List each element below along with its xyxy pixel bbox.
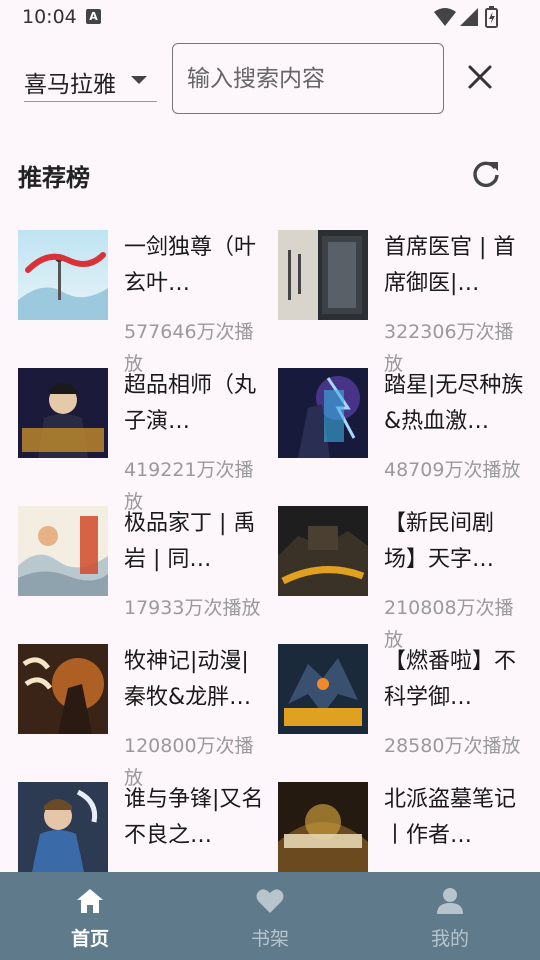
notification-a-icon: A: [86, 9, 101, 24]
refresh-icon[interactable]: [470, 158, 502, 190]
person-icon: [437, 888, 463, 914]
book-title: 谁与争锋|又名不良之…: [124, 787, 264, 848]
book-title: 【燃番啦】不科学御…: [384, 649, 517, 710]
source-dropdown-label: 喜马拉雅: [24, 72, 116, 98]
book-cover: [18, 644, 108, 734]
heart-icon: [256, 889, 284, 913]
wifi-icon: [434, 8, 456, 26]
home-icon: [77, 889, 103, 913]
system-status-icons: [434, 6, 498, 28]
book-title: 北派盗墓笔记丨作者…: [384, 787, 517, 848]
bottom-navigation: 首页 书架 我的: [0, 872, 540, 960]
book-title: 极品家丁 | 禹岩 | 同…: [124, 511, 256, 572]
nav-bookshelf[interactable]: 书架: [180, 872, 360, 960]
book-card[interactable]: 【新民间剧场】天字… 210808万次播放: [278, 506, 538, 651]
nav-home-label: 首页: [70, 928, 109, 950]
book-title: 首席医官 | 首席御医|…: [384, 235, 516, 296]
search-field[interactable]: [172, 43, 444, 114]
source-dropdown[interactable]: 喜马拉雅: [24, 60, 157, 102]
book-card[interactable]: 踏星|无尽种族&热血激… 48709万次播放: [278, 368, 538, 498]
book-title: 超品相师（丸子演…: [124, 373, 257, 434]
book-card[interactable]: 北派盗墓笔记丨作者…: [278, 782, 538, 872]
nav-mine-label: 我的: [430, 928, 469, 950]
book-title: 牧神记|动漫|秦牧&龙胖…: [124, 649, 252, 710]
book-cover: [18, 782, 108, 872]
play-count: 17933万次播放: [124, 597, 261, 619]
status-bar: 10:04 A: [0, 0, 540, 34]
book-title: 踏星|无尽种族&热血激…: [384, 373, 524, 434]
status-time: 10:04: [22, 6, 77, 28]
play-count: 28580万次播放: [384, 735, 521, 757]
book-cover: [18, 506, 108, 596]
book-cover: [278, 230, 368, 320]
book-card[interactable]: 谁与争锋|又名不良之…: [18, 782, 278, 872]
signal-icon: [460, 8, 478, 26]
search-input[interactable]: [173, 44, 443, 113]
book-cover: [278, 644, 368, 734]
section-title: 推荐榜: [18, 164, 90, 192]
book-card[interactable]: 首席医官 | 首席御医|… 322306万次播放: [278, 230, 538, 375]
chevron-down-icon: [131, 76, 147, 84]
nav-home[interactable]: 首页: [0, 872, 180, 960]
book-card[interactable]: 牧神记|动漫|秦牧&龙胖… 120800万次播放: [18, 644, 278, 789]
book-grid: 一剑独尊（叶玄叶… 577646万次播放 首席医官 | 首席御医|… 32230…: [0, 230, 540, 872]
book-cover: [278, 506, 368, 596]
book-card[interactable]: 极品家丁 | 禹岩 | 同… 17933万次播放: [18, 506, 278, 636]
nav-bookshelf-label: 书架: [250, 928, 289, 950]
book-cover: [18, 230, 108, 320]
book-cover: [278, 368, 368, 458]
book-title: 一剑独尊（叶玄叶…: [124, 235, 257, 296]
nav-mine[interactable]: 我的: [360, 872, 540, 960]
book-cover: [278, 782, 368, 872]
battery-icon: [485, 6, 498, 28]
book-card[interactable]: 一剑独尊（叶玄叶… 577646万次播放: [18, 230, 278, 375]
close-icon[interactable]: [463, 60, 497, 94]
book-cover: [18, 368, 108, 458]
book-card[interactable]: 【燃番啦】不科学御… 28580万次播放: [278, 644, 538, 774]
book-title: 【新民间剧场】天字…: [384, 511, 495, 572]
book-card[interactable]: 超品相师（丸子演… 419221万次播放: [18, 368, 278, 513]
play-count: 48709万次播放: [384, 459, 521, 481]
